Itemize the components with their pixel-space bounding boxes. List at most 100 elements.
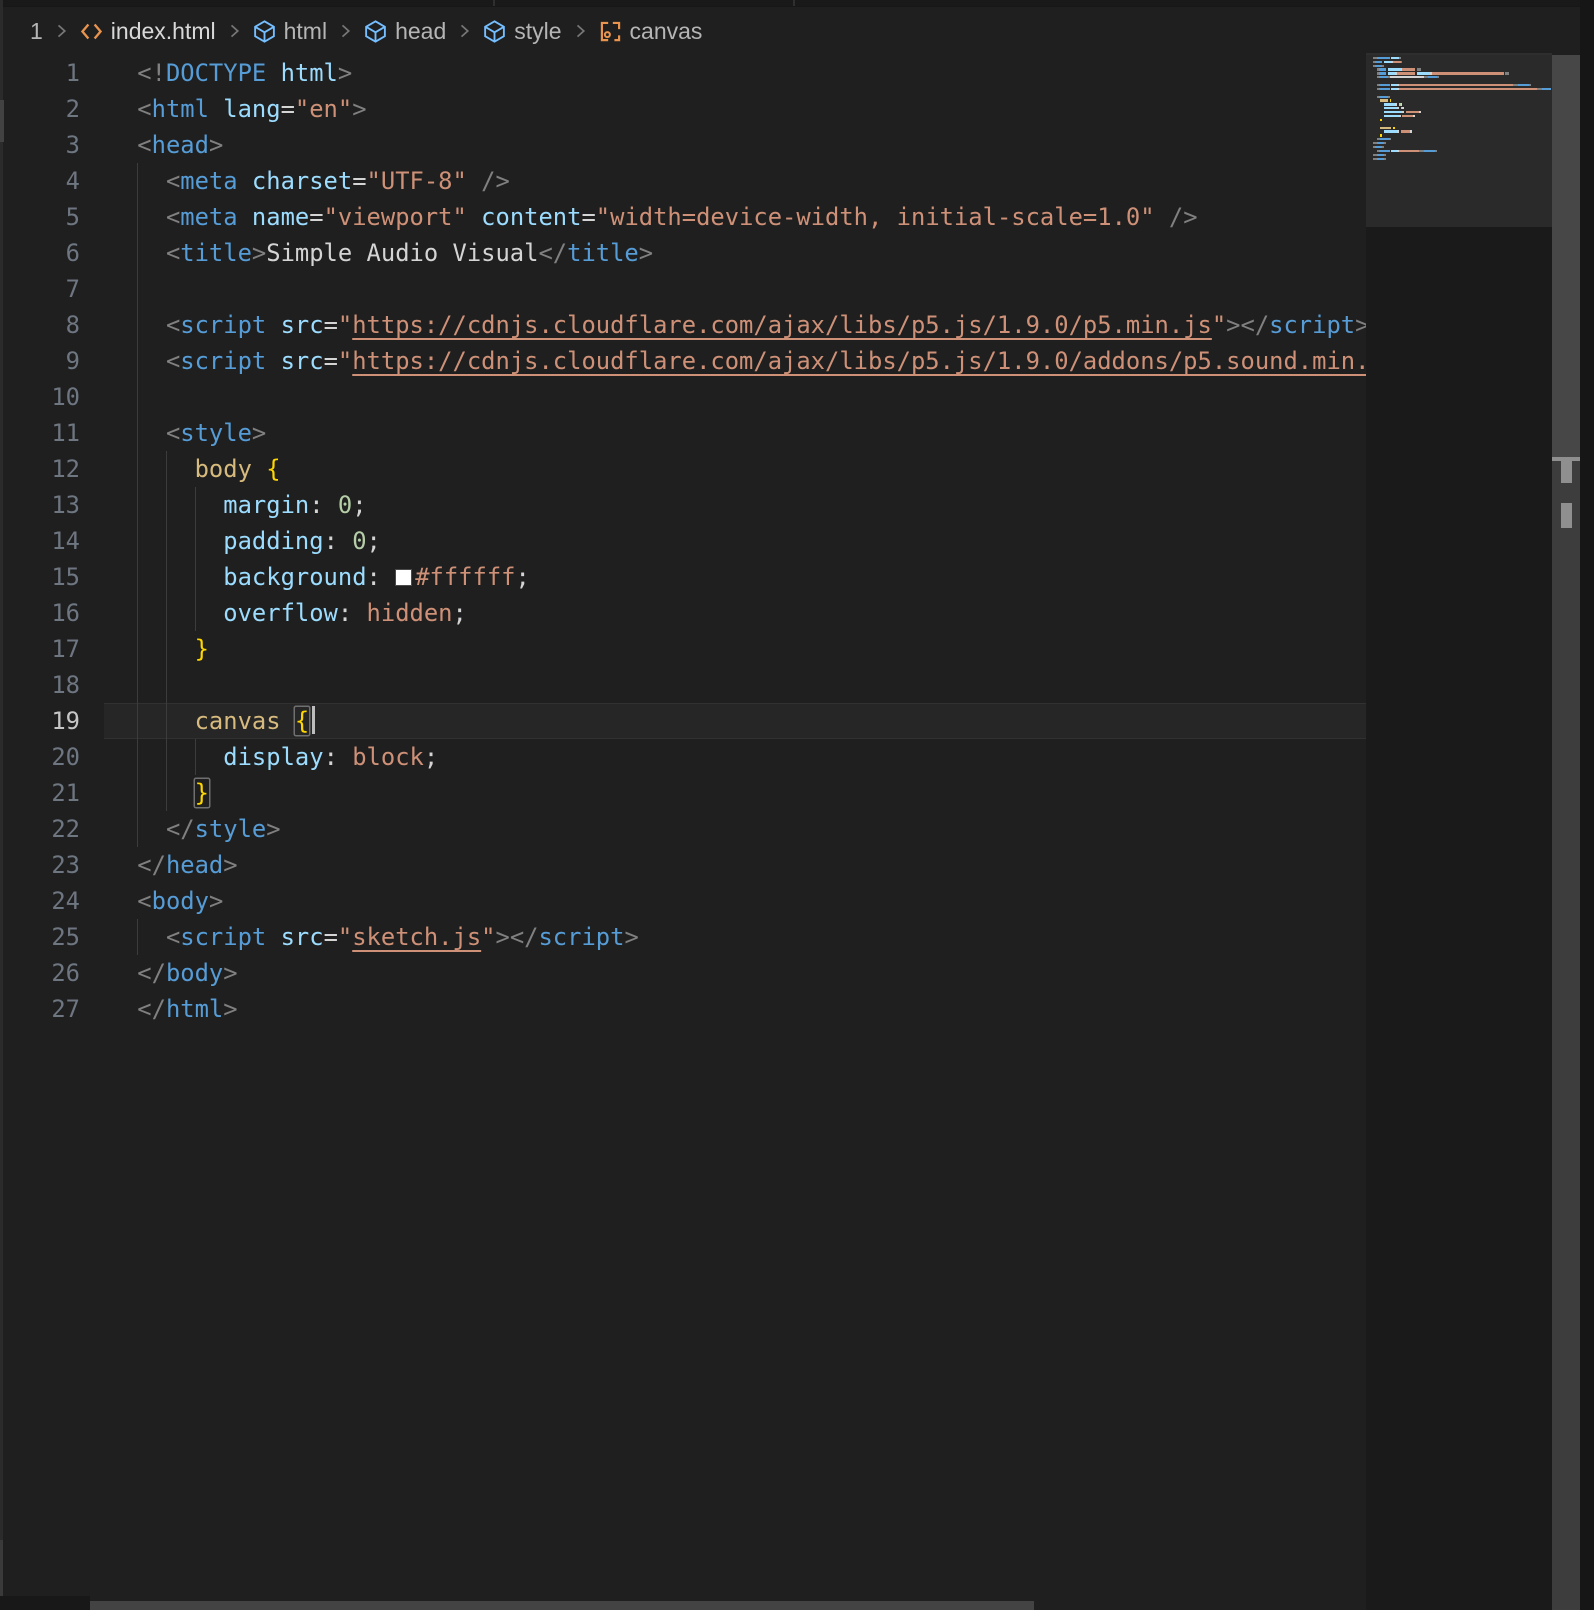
code-text: body { — [195, 451, 281, 487]
code-token: src — [281, 923, 324, 951]
code-token: style — [180, 419, 252, 447]
code-line[interactable]: 19canvas { — [0, 703, 1366, 739]
code-token: script — [180, 923, 266, 951]
code-line[interactable]: 21} — [0, 775, 1366, 811]
line-number[interactable]: 7 — [0, 271, 80, 307]
line-number[interactable]: 6 — [0, 235, 80, 271]
breadcrumb-item-index-html[interactable]: index.html — [79, 18, 216, 45]
line-number[interactable]: 27 — [0, 991, 80, 1027]
indent-guide — [137, 631, 138, 667]
code-token: > — [223, 959, 237, 987]
code-line[interactable]: 7 — [0, 271, 1366, 307]
code-line[interactable]: 3<head> — [0, 127, 1366, 163]
vertical-scrollbar[interactable] — [1552, 55, 1580, 1610]
code-text: </body> — [137, 955, 237, 991]
code-token: ></ — [1226, 311, 1269, 339]
code-line[interactable]: 13margin: 0; — [0, 487, 1366, 523]
code-text: } — [195, 775, 209, 811]
breadcrumb-item-style[interactable]: style — [482, 18, 561, 45]
code-line[interactable]: 24 <body> — [0, 883, 1366, 919]
code-line[interactable]: 26 </body> — [0, 955, 1366, 991]
horizontal-scrollbar-thumb[interactable] — [90, 1601, 1034, 1610]
line-number[interactable]: 16 — [0, 595, 80, 631]
line-number[interactable]: 25 — [0, 919, 80, 955]
line-number[interactable]: 10 — [0, 379, 80, 415]
code-token — [266, 311, 280, 339]
line-number[interactable]: 3 — [0, 127, 80, 163]
breadcrumb-item-canvas[interactable]: canvas — [598, 18, 703, 45]
line-number[interactable]: 13 — [0, 487, 80, 523]
line-number[interactable]: 1 — [0, 55, 80, 91]
line-number[interactable]: 20 — [0, 739, 80, 775]
line-number[interactable]: 11 — [0, 415, 80, 451]
breadcrumb-item-html[interactable]: html — [252, 18, 327, 45]
code-token: = — [581, 203, 595, 231]
code-line[interactable]: 15background: #ffffff; — [0, 559, 1366, 595]
line-number[interactable]: 23 — [0, 847, 80, 883]
code-token — [338, 743, 352, 771]
code-line[interactable]: 10 — [0, 379, 1366, 415]
code-token: > — [223, 851, 237, 879]
line-number[interactable]: 26 — [0, 955, 80, 991]
line-number[interactable]: 17 — [0, 631, 80, 667]
line-number[interactable]: 21 — [0, 775, 80, 811]
breadcrumb-item-1[interactable]: 1 — [30, 18, 43, 45]
code-line[interactable]: 20 display: block; — [0, 739, 1366, 775]
line-number[interactable]: 19 — [0, 703, 80, 739]
line-number[interactable]: 24 — [0, 883, 80, 919]
code-token: body — [152, 887, 209, 915]
code-line[interactable]: 16 overflow: hidden; — [0, 595, 1366, 631]
code-token: script — [180, 347, 266, 375]
line-number[interactable]: 18 — [0, 667, 80, 703]
code-line[interactable]: 25<script src="sketch.js"></script> — [0, 919, 1366, 955]
scrollbar-mark-i — [1561, 503, 1572, 528]
code-line[interactable]: 14padding: 0; — [0, 523, 1366, 559]
code-text: </head> — [137, 847, 237, 883]
code-line[interactable]: 27 </html> — [0, 991, 1366, 1027]
breadcrumb-item-head[interactable]: head — [363, 18, 446, 45]
line-number[interactable]: 8 — [0, 307, 80, 343]
code-text: <body> — [137, 883, 223, 919]
code-text: overflow: hidden; — [223, 595, 467, 631]
code-text: display: block; — [223, 739, 438, 775]
code-line[interactable]: 22</style> — [0, 811, 1366, 847]
indent-guide — [166, 559, 167, 595]
line-number[interactable]: 5 — [0, 199, 80, 235]
code-line[interactable]: 9<script src="https://cdnjs.cloudflare.c… — [0, 343, 1366, 379]
code-token: = — [324, 311, 338, 339]
code-token — [238, 203, 252, 231]
code-line[interactable]: 17} — [0, 631, 1366, 667]
code-token: hidden — [367, 599, 453, 627]
line-number[interactable]: 12 — [0, 451, 80, 487]
line-number[interactable]: 22 — [0, 811, 80, 847]
code-token — [252, 455, 266, 483]
line-number[interactable]: 15 — [0, 559, 80, 595]
code-line[interactable]: 18 — [0, 667, 1366, 703]
code-line[interactable]: 11<style> — [0, 415, 1366, 451]
line-number[interactable]: 9 — [0, 343, 80, 379]
indent-guide — [137, 667, 138, 703]
line-number[interactable]: 2 — [0, 91, 80, 127]
breadcrumb-label: html — [284, 18, 327, 45]
code-token: < — [137, 95, 151, 123]
line-number[interactable]: 4 — [0, 163, 80, 199]
code-text: </html> — [137, 991, 237, 1027]
code-line[interactable]: 2<html lang="en"> — [0, 91, 1366, 127]
code-line[interactable]: 8<script src="https://cdnjs.cloudflare.c… — [0, 307, 1366, 343]
chevron-right-icon — [336, 21, 354, 41]
minimap[interactable] — [1366, 55, 1552, 1595]
code-editor[interactable]: 1<!DOCTYPE html>2<html lang="en">3<head>… — [0, 55, 1366, 1610]
code-line[interactable]: 6<title>Simple Audio Visual</title> — [0, 235, 1366, 271]
code-token: 0 — [352, 527, 366, 555]
code-line[interactable]: 23 </head> — [0, 847, 1366, 883]
code-token: : — [309, 491, 323, 519]
code-token: head — [152, 131, 209, 159]
code-line[interactable]: 5<meta name="viewport" content="width=de… — [0, 199, 1366, 235]
code-token: content — [481, 203, 581, 231]
line-number[interactable]: 14 — [0, 523, 80, 559]
vertical-scrollbar-thumb[interactable] — [1552, 55, 1580, 457]
code-line[interactable]: 12 body { — [0, 451, 1366, 487]
code-line[interactable]: 1<!DOCTYPE html> — [0, 55, 1366, 91]
code-line[interactable]: 4<meta charset="UTF-8" /> — [0, 163, 1366, 199]
color-swatch[interactable] — [395, 569, 412, 586]
